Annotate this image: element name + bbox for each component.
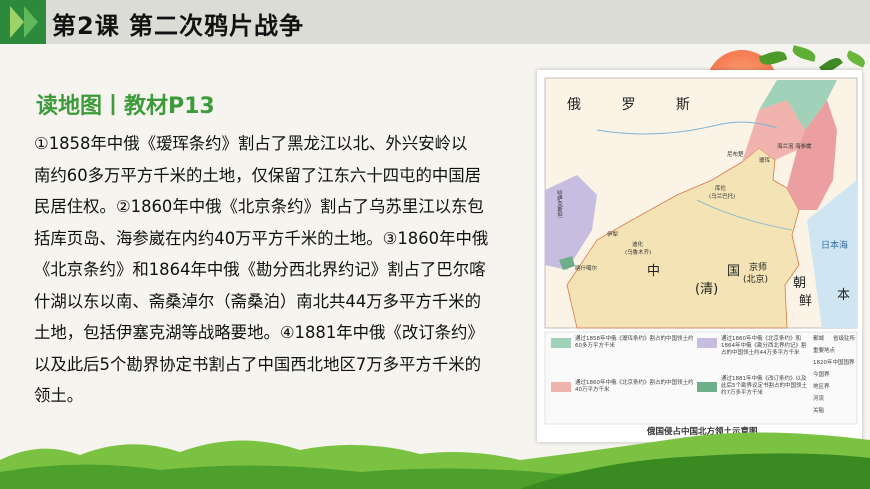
map-label-nerchinsk: 尼布楚	[727, 152, 744, 158]
title-bar: 第2课 第二次鸦片战争	[0, 0, 870, 44]
body-line: 什湖以东以南、斋桑淖尔（斋桑泊）南北共44万多平方千米的	[34, 291, 482, 311]
body-line: 民居住权。②1860年中俄《北京条约》割占了乌苏里江以东包	[34, 197, 484, 216]
map-label-russia: 俄 罗 斯	[567, 97, 708, 113]
leaf-icon	[790, 45, 818, 62]
legend-symbol-river: 河流	[813, 396, 825, 402]
legend-text-aigun: 通过1858年中俄《瑷珲条约》割占的中国领土约60多万平方千米	[575, 336, 694, 349]
map-label-japan-sea: 日本海	[821, 241, 849, 251]
legend-swatch-northwest	[697, 338, 717, 348]
map-label-guo: 国	[727, 264, 741, 279]
body-line: 领土。	[34, 386, 84, 405]
map-label-urumqi: (乌鲁木齐)	[625, 250, 652, 256]
body-paragraph: ①1858年中俄《瑷珲条约》割占了黑龙江以北、外兴安岭以 南约60多万平方千米的…	[34, 128, 520, 412]
legend-symbol-capital: 都城	[813, 336, 825, 342]
slide-title: 第2课 第二次鸦片战争	[52, 12, 305, 40]
map-label-ulaanbaatar: (乌兰巴托)	[709, 194, 736, 200]
legend-swatch-beijing	[551, 382, 571, 392]
body-line: 《北京条约》和1864年中俄《勘分西北界约记》割占了巴尔喀	[34, 260, 486, 279]
map-label-kazakh: 哈萨克斯坦	[556, 190, 562, 218]
map-label-kulun: 库伦	[715, 186, 727, 192]
leaf-icon	[844, 50, 868, 68]
legend-text-1881: 通过1881年中俄《改订条约》以及此后5个勘界议定书割占的中国领土约7万多平方千…	[721, 376, 808, 396]
map-label-china: 中	[647, 264, 661, 279]
map-label-qing: (清)	[695, 282, 719, 297]
body-line: ①1858年中俄《瑷珲条约》割占了黑龙江以北、外兴安岭以	[34, 134, 468, 153]
body-line: 土地，包括伊塞克湖等战略要地。④1881年中俄《改订条约》	[34, 323, 484, 342]
map-label-hailanpao: 海兰泡	[777, 144, 794, 150]
legend-symbol-border: 今国界	[813, 372, 830, 378]
legend-symbol-place: 重要地点	[813, 348, 836, 354]
chevron-right-icon	[10, 6, 24, 38]
body-line: 以及此后5个勘界协定书割占了中国西北地区7万多平方千米的	[34, 354, 482, 374]
body-line: 南约60多万平方千米的土地，仅保留了江东六十四屯的中国居	[34, 165, 482, 185]
map-label-kashgar: 喀什噶尔	[575, 266, 598, 272]
legend-swatch-1881	[697, 382, 717, 392]
map-label-ili: 伊犁	[607, 232, 619, 238]
map-label-haishenwai: 海参崴	[795, 144, 812, 150]
grass-decoration	[0, 432, 870, 489]
chevron-right-icon	[24, 6, 38, 38]
body-line: 括库页岛、海参崴在内约40万平方千米的土地。③1860年中俄	[34, 228, 489, 248]
map-label-japan: 本	[837, 288, 851, 303]
map-label-korea-1: 朝	[793, 276, 807, 291]
section-heading: 读地图丨教材P13	[36, 94, 215, 119]
legend-text-beijing: 通过1860年中俄《北京条约》割占的中国领土约40万平方千米	[575, 380, 694, 393]
legend-swatch-aigun	[551, 338, 571, 348]
legend-text-northwest: 通过1860年中俄《北京条约》和1864年中俄《勘分西北界约记》割占的中国领土约…	[721, 336, 807, 356]
legend-symbol-pass: 关隘	[813, 408, 825, 414]
legend-symbol-region: 地区界	[813, 384, 830, 390]
map-label-beijing: (北京)	[743, 275, 769, 285]
map-label-dihua: 迪化	[632, 242, 644, 248]
legend-symbol-1820-border: 1820年中国国界	[813, 360, 855, 366]
legend-symbol-province: 省级驻所	[833, 336, 856, 342]
historical-map: 俄 罗 斯 中 (清) 国 京师 (北京) 朝 鲜 日本海 本 海参崴 尼布楚 …	[537, 70, 862, 442]
map-label-korea-2: 鲜	[799, 294, 813, 309]
map-label-aigun: 瑷珲	[759, 158, 771, 164]
